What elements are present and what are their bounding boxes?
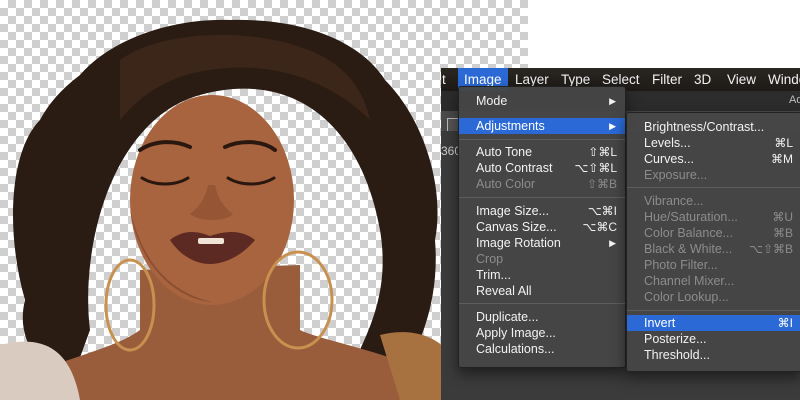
- menu-item-label: Brightness/Contrast...: [644, 120, 765, 134]
- menu-item-label: Duplicate...: [476, 310, 539, 324]
- menu-item-photo-filter: Photo Filter...: [627, 257, 800, 273]
- menu-item-duplicate[interactable]: Duplicate...: [459, 309, 625, 325]
- menu-item-label: Calculations...: [476, 342, 555, 356]
- menu-item-reveal-all[interactable]: Reveal All: [459, 283, 625, 299]
- menu-item-shortcut: ⌥⇧⌘L: [574, 161, 617, 175]
- teeth: [198, 238, 224, 244]
- menu-item-label: Levels...: [644, 136, 691, 150]
- menu-item-label: Apply Image...: [476, 326, 556, 340]
- menu-item-label: Image Rotation: [476, 236, 561, 250]
- menu-item-shortcut: ⌘M: [771, 152, 793, 166]
- menu-window[interactable]: Windo: [768, 68, 800, 91]
- submenu-arrow-icon: ▶: [609, 96, 616, 106]
- menu-item-image-size[interactable]: Image Size... ⌥⌘I: [459, 203, 625, 219]
- menu-item-canvas-size[interactable]: Canvas Size... ⌥⌘C: [459, 219, 625, 235]
- menu-item-apply-image[interactable]: Apply Image...: [459, 325, 625, 341]
- menu-item-crop: Crop: [459, 251, 625, 267]
- menu-item-shortcut: ⌥⇧⌘B: [749, 242, 793, 256]
- menu-separator: [627, 310, 800, 311]
- menu-item-invert[interactable]: Invert ⌘I: [627, 315, 800, 331]
- menu-item-color-lookup: Color Lookup...: [627, 289, 800, 305]
- menu-item-mode[interactable]: Mode ▶: [459, 93, 625, 109]
- menu-separator: [459, 303, 625, 304]
- menu-item-vibrance: Vibrance...: [627, 193, 800, 209]
- menu-item-channel-mixer: Channel Mixer...: [627, 273, 800, 289]
- menu-item-label: Auto Contrast: [476, 161, 553, 175]
- menu-item-exposure: Exposure...: [627, 167, 800, 183]
- menu-item-label: Black & White...: [644, 242, 733, 256]
- menu-item-label: Color Lookup...: [644, 290, 729, 304]
- menu-item-label: Threshold...: [644, 348, 711, 362]
- menu-item-label: Hue/Saturation...: [644, 210, 738, 224]
- menu-item-label: Photo Filter...: [644, 258, 718, 272]
- menu-item-label: Color Balance...: [644, 226, 733, 240]
- menu-item-label: Image Size...: [476, 204, 549, 218]
- menu-item-label: Trim...: [476, 268, 511, 282]
- menu-item-label: Canvas Size...: [476, 220, 557, 234]
- menu-item-color-balance: Color Balance... ⌘B: [627, 225, 800, 241]
- options-bar-text: Ad: [789, 94, 800, 106]
- menu-item-threshold[interactable]: Threshold...: [627, 347, 800, 363]
- menu-item-shortcut: ⌘I: [777, 316, 793, 330]
- menu-item-shortcut: ⌘L: [774, 136, 793, 150]
- adjustments-submenu: Brightness/Contrast... Levels... ⌘L Curv…: [626, 112, 800, 372]
- menu-view[interactable]: View: [727, 68, 756, 91]
- menu-item-image-rotation[interactable]: Image Rotation ▶: [459, 235, 625, 251]
- submenu-arrow-icon: ▶: [609, 238, 616, 248]
- menu-item-shortcut: ⌥⌘C: [582, 220, 618, 234]
- menu-item-adjustments[interactable]: Adjustments ▶: [459, 118, 625, 134]
- image-menu: Mode ▶ Adjustments ▶ Auto Tone ⇧⌘L Auto …: [458, 86, 626, 368]
- menu-item-calculations[interactable]: Calculations...: [459, 341, 625, 357]
- menu-item-black-white: Black & White... ⌥⇧⌘B: [627, 241, 800, 257]
- menu-item-shortcut: ⌘U: [772, 210, 793, 224]
- menu-item-label: Mode: [476, 94, 508, 108]
- menu-item-label: Crop: [476, 252, 504, 266]
- menu-item-shortcut: ⇧⌘B: [586, 177, 617, 191]
- menu-separator: [459, 139, 625, 140]
- submenu-arrow-icon: ▶: [609, 121, 616, 131]
- menu-item-label: Vibrance...: [644, 194, 704, 208]
- menu-item-posterize[interactable]: Posterize...: [627, 331, 800, 347]
- menu-item-label: Curves...: [644, 152, 695, 166]
- menu-edit-fragment[interactable]: it: [441, 68, 446, 91]
- menu-item-label: Auto Color: [476, 177, 536, 191]
- menu-item-label: Invert: [644, 316, 676, 330]
- menu-3d[interactable]: 3D: [694, 68, 711, 91]
- menu-item-auto-contrast[interactable]: Auto Contrast ⌥⇧⌘L: [459, 160, 625, 176]
- menu-item-trim[interactable]: Trim...: [459, 267, 625, 283]
- menu-item-label: Adjustments: [476, 119, 545, 133]
- menu-separator: [627, 187, 800, 188]
- menu-item-shortcut: ⇧⌘L: [588, 145, 617, 159]
- menu-item-label: Exposure...: [644, 168, 708, 182]
- menu-item-auto-color: Auto Color ⇧⌘B: [459, 176, 625, 192]
- menu-item-levels[interactable]: Levels... ⌘L: [627, 135, 800, 151]
- menu-item-label: Channel Mixer...: [644, 274, 735, 288]
- menu-item-label: Reveal All: [476, 284, 532, 298]
- menu-item-brightness-contrast[interactable]: Brightness/Contrast...: [627, 119, 800, 135]
- menu-filter[interactable]: Filter: [652, 68, 682, 91]
- menu-item-curves[interactable]: Curves... ⌘M: [627, 151, 800, 167]
- menu-item-shortcut: ⌘B: [772, 226, 793, 240]
- menu-item-auto-tone[interactable]: Auto Tone ⇧⌘L: [459, 144, 625, 160]
- menu-item-label: Posterize...: [644, 332, 707, 346]
- menu-item-label: Auto Tone: [476, 145, 533, 159]
- menu-item-hue-saturation: Hue/Saturation... ⌘U: [627, 209, 800, 225]
- menu-separator: [459, 197, 625, 198]
- menu-item-shortcut: ⌥⌘I: [587, 204, 617, 218]
